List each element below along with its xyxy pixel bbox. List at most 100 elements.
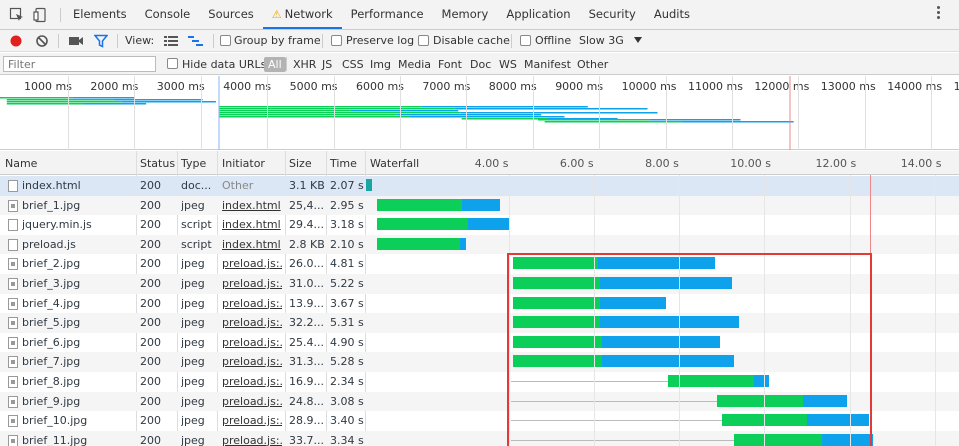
overview-tick-label: 3000 ms [156,80,205,93]
preserve-log-checkbox[interactable] [331,35,342,46]
table-row[interactable]: brief_11.jpg 200 jpeg preload.js:... 33.7...… [0,430,959,446]
cell-initiator: Other [222,179,254,192]
overview-gridline [798,76,800,150]
filter-type-ws[interactable]: WS [499,58,517,71]
tab-application[interactable]: Application [497,0,579,29]
overview-gridline [134,76,136,150]
group-by-frame-checkbox[interactable] [220,35,231,46]
cell-initiator[interactable]: preload.js:... [222,297,282,310]
device-toolbar-icon[interactable] [33,7,49,23]
table-row[interactable]: preload.js 200 script index.html 2.8 KB 2.10 … [0,234,959,255]
cell-time: 2.10 s [330,237,364,251]
filter-funnel-icon[interactable] [94,34,108,48]
throttling-select[interactable]: Slow 3G [579,34,624,47]
tab-memory[interactable]: Memory [433,0,498,29]
table-row[interactable]: brief_5.jpg 200 jpeg preload.js:... 32.2... 5… [0,313,959,333]
waiting-bar [512,355,603,368]
column-name[interactable]: Name [5,157,37,170]
table-row[interactable]: brief_2.jpg 200 jpeg preload.js:... 26.0... 4… [0,254,959,274]
table-row[interactable]: brief_7.jpg 200 jpeg preload.js:... 31.3... 5… [0,352,959,372]
cell-status: 200 [140,198,161,212]
tab-label: Sources [208,7,254,21]
filter-bar: Hide data URLs All XHR JS CSS Img Media Font D… [0,53,959,75]
overview-gridline [931,76,933,150]
cell-initiator[interactable]: preload.js:... [222,277,282,290]
overview-bar [537,119,650,121]
overview-tick-label: 7000 ms [422,80,471,93]
cell-type: doc... [181,179,212,192]
table-row[interactable]: brief_6.jpg 200 jpeg preload.js:... 25.4... 4… [0,333,959,353]
hide-data-urls-checkbox[interactable] [167,58,178,69]
more-options-icon[interactable] [937,6,941,22]
filter-type-manifest[interactable]: Manifest [524,58,571,71]
filter-type-other[interactable]: Other [577,58,608,71]
tab-sources[interactable]: Sources [199,0,263,29]
column-status[interactable]: Status [140,157,175,170]
filter-type-xhr[interactable]: XHR [293,58,316,71]
waterfall-tick-label: 12.00 s [815,157,857,170]
column-time[interactable]: Time [330,157,357,170]
cell-size: 31.3... [289,355,324,369]
table-row[interactable]: brief_4.jpg 200 jpeg preload.js:... 13.9... 3… [0,294,959,314]
cell-initiator[interactable]: preload.js:... [222,336,282,349]
cell-type: jpeg [181,198,205,212]
tab-console[interactable]: Console [136,0,200,29]
clear-icon[interactable] [35,34,49,48]
table-row[interactable]: jquery.min.js 200 script index.html 29.4... 3… [0,215,959,235]
tab-network[interactable]: ⚠ Network [262,0,342,29]
devtools-tab-bar: Elements Console Sources ⚠ Network Performanc… [0,0,959,30]
network-overview[interactable]: 1000 ms 2000 ms 3000 ms 4000 ms 5000 ms 6000 … [0,76,959,150]
cell-initiator[interactable]: preload.js:... [222,434,282,446]
cell-size: 31.0... [289,277,324,290]
column-initiator[interactable]: Initiator [222,157,265,170]
disable-cache-checkbox[interactable] [418,35,429,46]
filter-input[interactable] [3,56,156,72]
image-file-icon [8,258,18,271]
inspect-element-icon[interactable] [9,7,25,23]
tab-elements[interactable]: Elements [64,0,136,29]
table-row[interactable]: brief_1.jpg 200 jpeg index.html 25,4... 2.95 … [0,195,959,216]
cell-size: 29.4... [289,218,324,232]
filter-type-doc[interactable]: Doc [470,58,491,71]
cell-initiator[interactable]: index.html [222,199,282,212]
overview-bar [72,97,135,99]
overview-tick-label: 13000 ms [820,80,876,93]
cell-status: 200 [140,355,161,369]
chevron-down-icon[interactable] [634,37,642,44]
filter-type-css[interactable]: CSS [342,58,364,71]
record-icon[interactable] [9,34,23,48]
cell-initiator[interactable]: preload.js:... [222,414,282,427]
cell-initiator[interactable]: preload.js:... [222,375,282,388]
filter-type-font[interactable]: Font [438,58,462,71]
tab-audits[interactable]: Audits [645,0,699,29]
cell-initiator[interactable]: preload.js:... [222,257,282,270]
screenshot-camera-icon[interactable] [68,35,84,47]
cell-initiator[interactable]: preload.js:... [222,316,282,329]
overview-waterfall-icon[interactable] [188,35,204,47]
cell-initiator[interactable]: preload.js:... [222,355,282,368]
stall-line [510,420,756,422]
table-row[interactable]: brief_8.jpg 200 jpeg preload.js:... 16.9... 2… [0,372,959,392]
filter-type-media[interactable]: Media [398,58,431,71]
large-rows-icon[interactable] [164,35,178,47]
image-file-icon [8,376,18,388]
tab-performance[interactable]: Performance [342,0,433,29]
filter-all-button[interactable]: All [264,57,286,72]
table-row[interactable]: brief_9.jpg 200 jpeg preload.js:... 24.8... 3… [0,391,959,412]
tab-security[interactable]: Security [580,0,645,29]
table-row[interactable]: index.html 200 doc... Other 3.1 KB 2.07 s [0,176,959,196]
cell-initiator[interactable]: index.html [222,218,282,231]
filter-type-img[interactable]: Img [370,58,391,71]
filter-type-js[interactable]: JS [322,58,332,71]
download-bar [600,316,739,329]
cell-initiator[interactable]: preload.js:... [222,395,282,408]
offline-checkbox[interactable] [520,35,531,46]
table-row[interactable]: brief_3.jpg 200 jpeg preload.js:... 31.0... 5… [0,274,959,294]
cell-time: 3.34 s [330,433,364,446]
column-waterfall[interactable]: Waterfall [370,157,419,170]
column-size[interactable]: Size [289,157,312,170]
column-type[interactable]: Type [181,157,206,170]
cell-time: 5.22 s [330,277,364,290]
table-row[interactable]: brief_10.jpg 200 jpeg preload.js:... 28.9...… [0,411,959,431]
cell-initiator[interactable]: index.html [222,238,282,251]
